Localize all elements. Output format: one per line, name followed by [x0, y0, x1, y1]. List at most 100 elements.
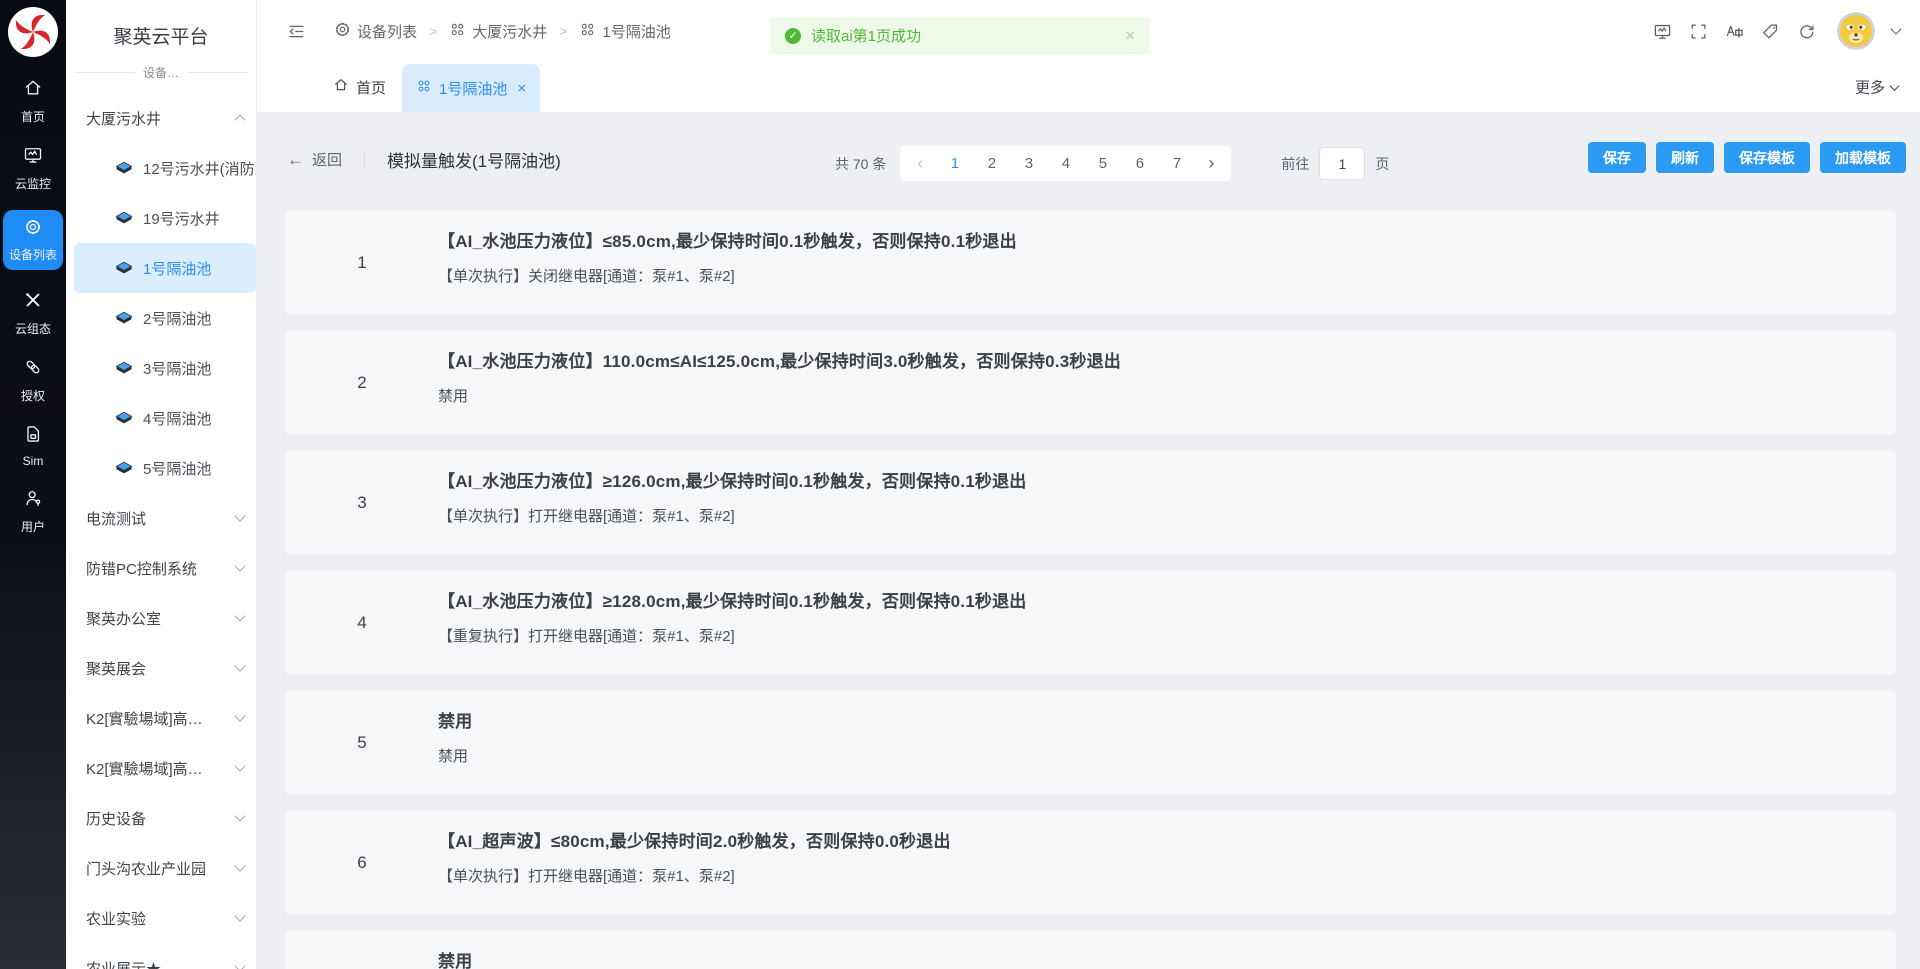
page-number[interactable]: 6 [1121, 146, 1158, 181]
sidebar-group[interactable]: 门头沟农业产业园 [66, 843, 256, 893]
sidebar-group[interactable]: 大厦污水井 [66, 93, 256, 143]
tag-icon[interactable] [1761, 22, 1780, 41]
rail-item-device-list[interactable]: 设备列表 [3, 210, 63, 270]
save-button[interactable]: 保存 [1588, 142, 1646, 173]
close-icon[interactable]: × [517, 80, 526, 97]
load-template-button[interactable]: 加载模板 [1820, 142, 1906, 173]
user-avatar[interactable] [1837, 12, 1875, 50]
sidebar-device-item[interactable]: 12号污水井(消防泵 [66, 143, 256, 193]
fullscreen-icon[interactable] [1689, 22, 1708, 41]
tools-cross-icon [23, 290, 43, 315]
device-icon [114, 258, 134, 278]
device-icon [114, 208, 134, 228]
sidebar-group[interactable]: K2[實驗場域]高… [66, 693, 256, 743]
monitor-icon [23, 145, 43, 170]
main-content: ← 返回 模拟量触发(1号隔油池) 共 70 条 ‹ 1 2 3 4 5 6 7… [257, 113, 1920, 969]
page-number[interactable]: 2 [973, 146, 1010, 181]
primary-nav-rail: 首页 云监控 设备列表 云组态 授权 Sim 用户 [0, 0, 66, 969]
back-button[interactable]: ← 返回 [287, 149, 342, 170]
sidebar-device-item[interactable]: 2号隔油池 [66, 293, 256, 343]
tab-bar: 首页 1号隔油池 × 更多 [257, 62, 1920, 112]
sidebar-group[interactable]: 电流测试 [66, 493, 256, 543]
rule-row[interactable]: 3 【AI_水池压力液位】≥126.0cm,最少保持时间0.1秒触发，否则保持0… [285, 450, 1896, 555]
toast-message: 读取ai第1页成功 [811, 25, 1125, 46]
device-icon [114, 408, 134, 428]
device-icon [114, 458, 134, 478]
rail-item-cloud-monitor[interactable]: 云监控 [3, 145, 63, 192]
save-template-button[interactable]: 保存模板 [1724, 142, 1810, 173]
vertical-divider [364, 151, 365, 168]
rail-item-cloud-scada[interactable]: 云组态 [3, 290, 63, 337]
refresh-icon[interactable] [1797, 22, 1816, 41]
rail-item-label: 用户 [21, 518, 45, 535]
sidebar-device-item-selected[interactable]: 1号隔油池 [74, 243, 256, 293]
sidebar-group[interactable]: 聚英展会 [66, 643, 256, 693]
rail-item-label: 云监控 [15, 175, 51, 192]
close-icon[interactable]: × [1125, 26, 1135, 46]
goto-label: 前往 [1281, 154, 1309, 174]
page-number[interactable]: 4 [1047, 146, 1084, 181]
rule-number: 3 [349, 493, 375, 513]
sidebar-device-item[interactable]: 5号隔油池 [66, 443, 256, 493]
pagination-pages: ‹ 1 2 3 4 5 6 7 › [900, 146, 1231, 181]
breadcrumb-item-device-list[interactable]: 设备列表 [334, 21, 417, 42]
link-icon [23, 357, 43, 382]
rail-item-home[interactable]: 首页 [3, 78, 63, 125]
rail-item-label: 云组态 [15, 320, 51, 337]
sidebar-group[interactable]: K2[實驗場域]高… [66, 743, 256, 793]
sidebar-group[interactable]: 历史设备 [66, 793, 256, 843]
sidebar-device-item[interactable]: 4号隔油池 [66, 393, 256, 443]
tab-device[interactable]: 1号隔油池 × [402, 64, 540, 112]
prev-page-icon[interactable]: ‹ [904, 146, 936, 181]
page-number[interactable]: 1 [936, 146, 973, 181]
chevron-up-icon [234, 114, 245, 125]
rule-condition: 【AI_水池压力液位】≥126.0cm,最少保持时间0.1秒触发，否则保持0.1… [438, 467, 1866, 492]
header-actions [1653, 12, 1900, 50]
page-number[interactable]: 7 [1158, 146, 1195, 181]
chevron-down-icon [234, 960, 245, 969]
rule-row[interactable]: 6 【AI_超声波】≤80cm,最少保持时间2.0秒触发，否则保持0.0秒退出 … [285, 810, 1896, 915]
sidebar-group[interactable]: 聚英办公室 [66, 593, 256, 643]
rail-item-users[interactable]: 用户 [3, 488, 63, 535]
chevron-down-icon[interactable] [1890, 23, 1901, 34]
grid-icon [416, 78, 432, 98]
rule-action: 禁用 [438, 745, 1866, 766]
sidebar-group[interactable]: 农业展示★ [66, 943, 256, 969]
breadcrumb-item-device[interactable]: 1号隔油池 [579, 21, 670, 42]
more-dropdown[interactable]: 更多 [1855, 77, 1898, 98]
next-page-icon[interactable]: › [1195, 146, 1227, 181]
monitor-chart-icon[interactable] [1653, 22, 1672, 41]
rail-item-authorization[interactable]: 授权 [3, 357, 63, 404]
sidebar-device-item[interactable]: 3号隔油池 [66, 343, 256, 393]
rule-row[interactable]: 2 【AI_水池压力液位】110.0cm≤AI≤125.0cm,最少保持时间3.… [285, 330, 1896, 435]
tab-home[interactable]: 首页 [317, 62, 402, 112]
sidebar-group[interactable]: 农业实验 [66, 893, 256, 943]
rule-row[interactable]: 4 【AI_水池压力液位】≥128.0cm,最少保持时间0.1秒触发，否则保持0… [285, 570, 1896, 675]
breadcrumb-item-group[interactable]: 大厦污水井 [449, 21, 547, 42]
refresh-button[interactable]: 刷新 [1656, 142, 1714, 173]
breadcrumb-separator: > [559, 23, 567, 39]
sidebar-device-item[interactable]: 19号污水井 [66, 193, 256, 243]
goto-page-input[interactable] [1319, 147, 1365, 180]
page-number[interactable]: 3 [1010, 146, 1047, 181]
chevron-down-icon [234, 610, 245, 621]
brand-logo[interactable] [7, 6, 59, 58]
user-key-icon [23, 488, 43, 513]
goto-unit-label: 页 [1375, 154, 1389, 174]
rail-item-label: 首页 [21, 108, 45, 125]
trigger-rule-list: 1 【AI_水池压力液位】≤85.0cm,最少保持时间0.1秒触发，否则保持0.… [285, 210, 1896, 969]
sidebar-group[interactable]: 防错PC控制系统 [66, 543, 256, 593]
rule-row[interactable]: 7 禁用 [285, 930, 1896, 969]
device-icon [114, 308, 134, 328]
rule-row[interactable]: 1 【AI_水池压力液位】≤85.0cm,最少保持时间0.1秒触发，否则保持0.… [285, 210, 1896, 315]
translate-icon[interactable] [1725, 22, 1744, 41]
grid-icon [579, 21, 596, 42]
page-number[interactable]: 5 [1084, 146, 1121, 181]
chevron-down-icon [234, 510, 245, 521]
rule-row[interactable]: 5 禁用 禁用 [285, 690, 1896, 795]
rail-item-sim[interactable]: Sim [3, 424, 63, 468]
rule-action: 【单次执行】打开继电器[通道：泵#1、泵#2] [438, 865, 1866, 886]
rule-condition: 【AI_水池压力液位】110.0cm≤AI≤125.0cm,最少保持时间3.0秒… [438, 347, 1866, 372]
chevron-down-icon [234, 660, 245, 671]
collapse-sidebar-icon[interactable] [287, 22, 306, 41]
